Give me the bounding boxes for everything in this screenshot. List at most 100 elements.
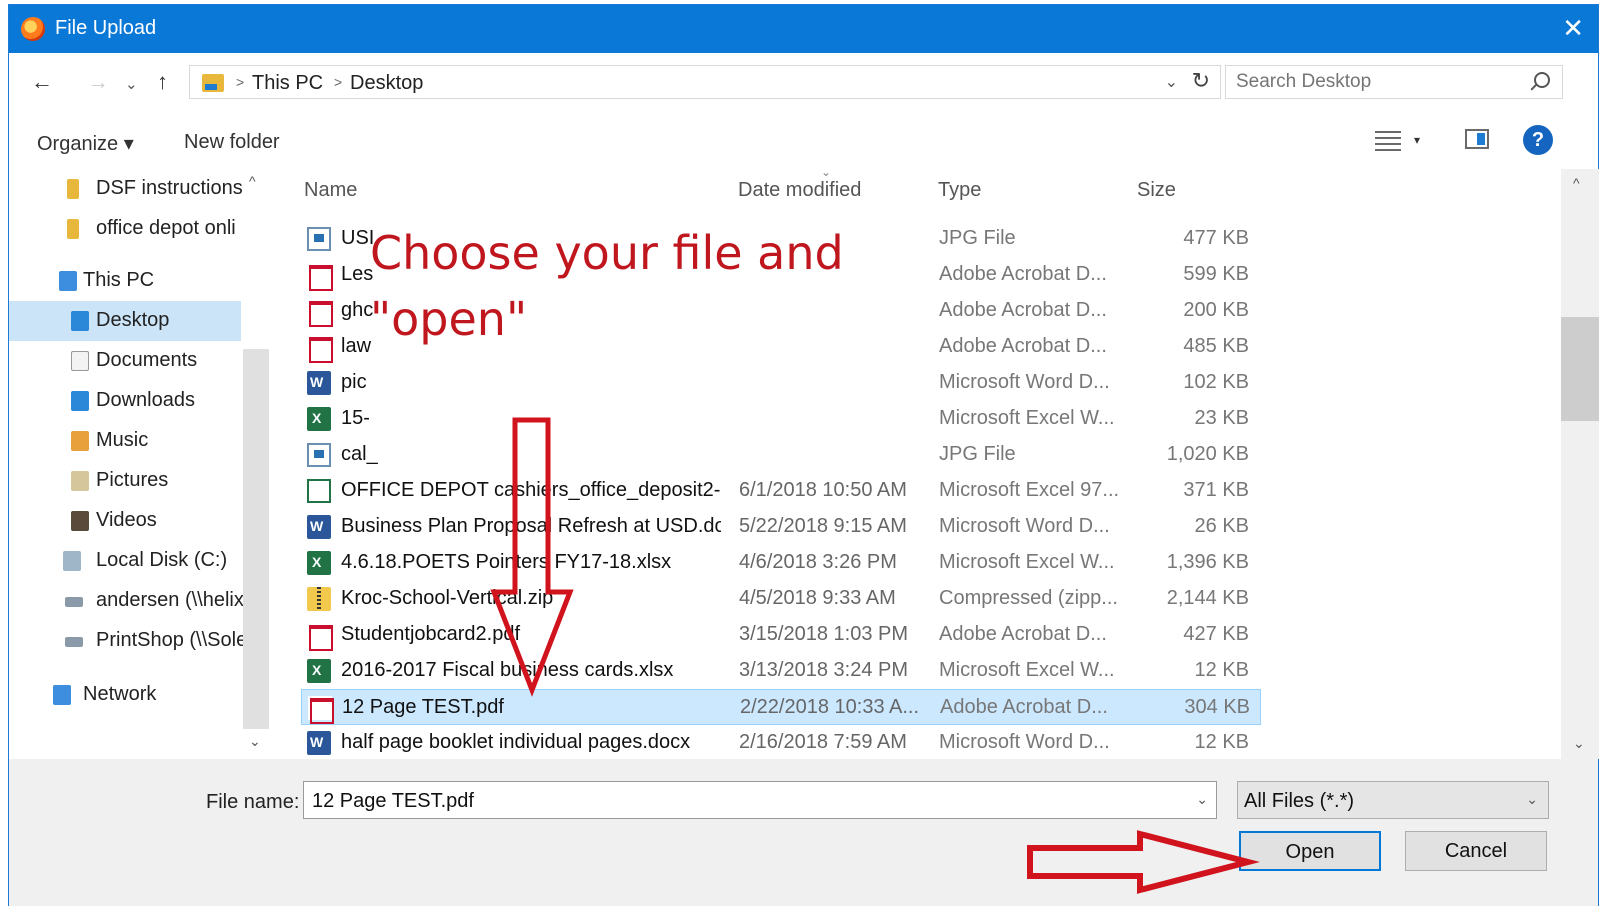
file-name-input[interactable]: [312, 788, 1172, 814]
sidebar-item-this-pc[interactable]: This PC: [9, 261, 241, 301]
sidebar-item-local-disk[interactable]: Local Disk (C:): [9, 541, 241, 581]
file-name: cal_: [341, 443, 378, 465]
column-header-type[interactable]: Type: [938, 179, 981, 202]
search-box[interactable]: [1225, 65, 1563, 99]
file-row[interactable]: pic Microsoft Word D... 102 KB: [301, 365, 1261, 401]
search-input[interactable]: [1236, 70, 1516, 94]
file-type-dropdown-icon[interactable]: ⌄: [1526, 791, 1538, 808]
file-date-modified: 2/16/2018 7:59 AM: [739, 731, 907, 753]
file-type: Adobe Acrobat D...: [940, 696, 1108, 718]
sidebar-item-music[interactable]: Music: [9, 421, 241, 461]
breadcrumb-this-pc[interactable]: This PC: [252, 72, 323, 95]
sidebar-scroll-down-icon[interactable]: ⌄: [249, 733, 261, 750]
file-name-dropdown-icon[interactable]: ⌄: [1196, 791, 1208, 808]
new-folder-button[interactable]: New folder: [184, 131, 280, 154]
help-icon[interactable]: ?: [1523, 125, 1553, 155]
file-size: 599 KB: [1183, 263, 1249, 285]
sidebar-item-downloads[interactable]: Downloads: [9, 381, 241, 421]
file-name: Business Plan Proposal Refresh at USD.do…: [341, 515, 721, 537]
sort-chevron-icon: ⌄: [821, 169, 832, 179]
title-bar: File Upload ✕: [9, 5, 1598, 53]
file-name: pic: [341, 371, 367, 393]
documents-icon: [71, 351, 89, 371]
scrollbar-thumb[interactable]: [1561, 317, 1599, 421]
file-type-filter[interactable]: All Files (*.*) ⌄: [1237, 781, 1549, 819]
sidebar-scrollbar[interactable]: [243, 349, 269, 729]
sidebar-item-label: PrintShop (\\Sole: [96, 629, 248, 651]
file-name: 15-: [341, 407, 370, 429]
file-name: half page booklet individual pages.docx: [341, 731, 691, 753]
column-header-date[interactable]: Date modified: [738, 179, 861, 202]
word-file-icon: [307, 515, 331, 539]
sidebar-scroll-up-icon[interactable]: ^: [249, 173, 256, 189]
scroll-down-icon[interactable]: ⌄: [1573, 735, 1585, 752]
file-date-modified: 6/1/2018 10:50 AM: [739, 479, 907, 501]
file-type: Adobe Acrobat D...: [939, 263, 1107, 285]
file-type: Microsoft Excel 97...: [939, 479, 1120, 501]
file-row[interactable]: 2016-2017 Fiscal business cards.xlsx 3/13…: [301, 653, 1261, 689]
back-arrow-icon[interactable]: ←: [31, 69, 53, 95]
file-row[interactable]: cal_ JPG File 1,020 KB: [301, 437, 1261, 473]
organize-button[interactable]: Organize ▾: [37, 131, 134, 156]
word-file-icon: [307, 371, 331, 395]
open-button[interactable]: Open: [1239, 831, 1381, 871]
file-row[interactable]: 12 Page TEST.pdf 2/22/2018 10:33 A... Adob…: [301, 689, 1261, 725]
zip-file-icon: [307, 587, 331, 611]
view-options-icon[interactable]: [1375, 131, 1401, 151]
sidebar-item-videos[interactable]: Videos: [9, 501, 241, 541]
file-date-modified: 4/6/2018 3:26 PM: [739, 551, 897, 573]
up-arrow-icon[interactable]: ↑: [157, 69, 168, 95]
sidebar-item-network[interactable]: Network: [9, 675, 241, 715]
file-size: 371 KB: [1183, 479, 1249, 501]
sidebar-item-documents[interactable]: Documents: [9, 341, 241, 381]
sidebar-item-label: Documents: [96, 349, 198, 371]
file-list-scrollbar[interactable]: ^ ⌄: [1561, 169, 1599, 759]
pdf-file-icon: [308, 696, 334, 724]
desktop-icon: [71, 311, 89, 331]
close-icon[interactable]: ✕: [1562, 13, 1584, 43]
sidebar-item-dsf-instructions[interactable]: DSF instructions: [9, 169, 243, 209]
sidebar-item-label: Downloads: [96, 389, 195, 411]
network-drive-icon: [65, 597, 83, 607]
recent-locations-chevron-icon[interactable]: ⌄: [125, 75, 138, 93]
file-name-combobox[interactable]: ⌄: [303, 781, 1217, 819]
file-row[interactable]: half page booklet individual pages.docx 2…: [301, 725, 1261, 759]
sidebar-item-andersen[interactable]: andersen (\\helix: [9, 581, 244, 621]
refresh-icon[interactable]: ↻: [1192, 68, 1210, 94]
sidebar-item-office-depot[interactable]: office depot onli: [9, 209, 241, 249]
address-dropdown-icon[interactable]: ⌄: [1165, 72, 1178, 92]
cancel-button[interactable]: Cancel: [1405, 831, 1547, 871]
column-header-name[interactable]: Name: [304, 179, 357, 202]
sidebar-item-printshop[interactable]: PrintShop (\\Sole: [9, 621, 247, 661]
file-row[interactable]: 15- Microsoft Excel W... 23 KB: [301, 401, 1261, 437]
breadcrumb[interactable]: > This PC > Desktop ⌄ ↻: [189, 65, 1221, 99]
search-icon[interactable]: [1534, 72, 1550, 88]
preview-pane-icon[interactable]: [1465, 129, 1489, 149]
column-header-size[interactable]: Size: [1137, 179, 1176, 202]
file-row[interactable]: Kroc-School-Vertical.zip 4/5/2018 9:33 AM…: [301, 581, 1261, 617]
excel-file-icon: [307, 551, 331, 575]
file-type: Microsoft Word D...: [939, 371, 1110, 393]
file-row[interactable]: OFFICE DEPOT cashiers_office_deposit2-1.…: [301, 473, 1261, 509]
instruction-annotation-line2: "open": [370, 292, 528, 346]
breadcrumb-desktop[interactable]: Desktop: [350, 72, 423, 95]
sidebar-item-desktop[interactable]: Desktop: [9, 301, 241, 341]
pdf-file-icon: [307, 263, 333, 291]
breadcrumb-separator-icon: >: [236, 74, 245, 90]
file-size: 26 KB: [1194, 515, 1249, 537]
scroll-up-icon[interactable]: ^: [1573, 175, 1580, 191]
file-type: JPG File: [939, 443, 1016, 465]
view-dropdown-icon[interactable]: ▾: [1414, 133, 1420, 147]
file-date-modified: 4/5/2018 9:33 AM: [739, 587, 896, 609]
dialog-footer: File name: ⌄ All Files (*.*) ⌄ Open Canc…: [9, 759, 1598, 906]
file-row[interactable]: Studentjobcard2.pdf 3/15/2018 1:03 PM Adob…: [301, 617, 1261, 653]
forward-arrow-icon[interactable]: →: [87, 69, 109, 95]
address-bar: ← → ⌄ ↑ > This PC > Desktop ⌄ ↻: [9, 53, 1598, 111]
sidebar-item-label: This PC: [83, 269, 155, 291]
file-name: Kroc-School-Vertical.zip: [341, 587, 554, 609]
command-toolbar: Organize ▾ New folder ▾ ?: [9, 111, 1598, 169]
sidebar-item-pictures[interactable]: Pictures: [9, 461, 241, 501]
file-row[interactable]: Business Plan Proposal Refresh at USD.do…: [301, 509, 1261, 545]
file-row[interactable]: 4.6.18.POETS Pointers FY17-18.xlsx 4/6/20…: [301, 545, 1261, 581]
file-name: 12 Page TEST.pdf: [342, 696, 504, 718]
